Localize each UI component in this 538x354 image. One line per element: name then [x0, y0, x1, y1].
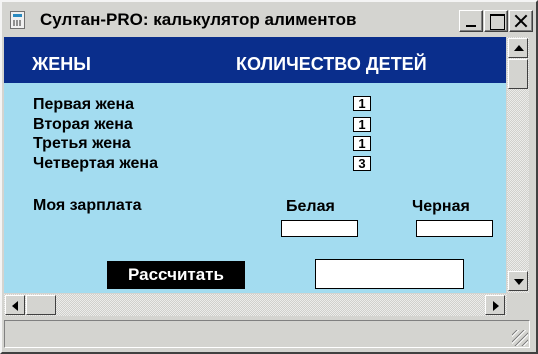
wife-2-children-field[interactable]: 1: [353, 117, 371, 132]
maximize-button[interactable]: [484, 10, 508, 32]
wife-4-label: Четвертая жена: [33, 155, 158, 172]
up-arrow-icon: [514, 45, 524, 51]
down-arrow-icon: [514, 279, 524, 285]
scroll-left-button[interactable]: [5, 295, 25, 315]
vertical-scrollbar[interactable]: [507, 37, 529, 293]
title-bar[interactable]: Султан-PRO: калькулятор алиментов: [4, 4, 534, 36]
status-bar: [4, 320, 530, 348]
black-salary-input[interactable]: [416, 220, 493, 237]
salary-label: Моя зарплата: [33, 197, 142, 214]
wife-4-children-field[interactable]: 3: [353, 156, 371, 171]
calculate-button[interactable]: Рассчитать: [107, 261, 245, 289]
left-arrow-icon: [12, 301, 18, 311]
horizontal-scroll-thumb[interactable]: [26, 295, 56, 315]
wife-3-label: Третья жена: [33, 135, 131, 152]
calculator-app-icon: [10, 11, 25, 29]
horizontal-scrollbar[interactable]: [4, 294, 507, 316]
vertical-scroll-thumb[interactable]: [508, 59, 528, 89]
scroll-down-button[interactable]: [508, 271, 528, 291]
window-title: Султан-PRO: калькулятор алиментов: [40, 10, 357, 29]
minimize-button[interactable]: [459, 10, 483, 32]
scrollbar-corner: [507, 294, 529, 316]
result-field[interactable]: [315, 259, 464, 289]
scroll-right-button[interactable]: [485, 295, 505, 315]
wife-1-children-field[interactable]: 1: [353, 96, 371, 111]
wives-column-header: ЖЕНЫ: [32, 54, 91, 74]
resize-grip-icon[interactable]: [512, 330, 528, 346]
black-salary-label: Черная: [412, 198, 470, 215]
children-count-column-header: КОЛИЧЕСТВО ДЕТЕЙ: [236, 54, 427, 74]
white-salary-label: Белая: [286, 198, 335, 215]
right-arrow-icon: [493, 301, 499, 311]
wife-3-children-field[interactable]: 1: [353, 136, 371, 151]
wife-2-label: Вторая жена: [33, 116, 133, 133]
wife-1-label: Первая жена: [33, 96, 135, 113]
scroll-up-button[interactable]: [508, 38, 528, 58]
white-salary-input[interactable]: [281, 220, 358, 237]
calculator-form: ЖЕНЫ КОЛИЧЕСТВО ДЕТЕЙ Первая жена 1 Втор…: [4, 37, 506, 293]
header-band: ЖЕНЫ КОЛИЧЕСТВО ДЕТЕЙ: [4, 37, 506, 83]
close-button[interactable]: [509, 10, 533, 32]
